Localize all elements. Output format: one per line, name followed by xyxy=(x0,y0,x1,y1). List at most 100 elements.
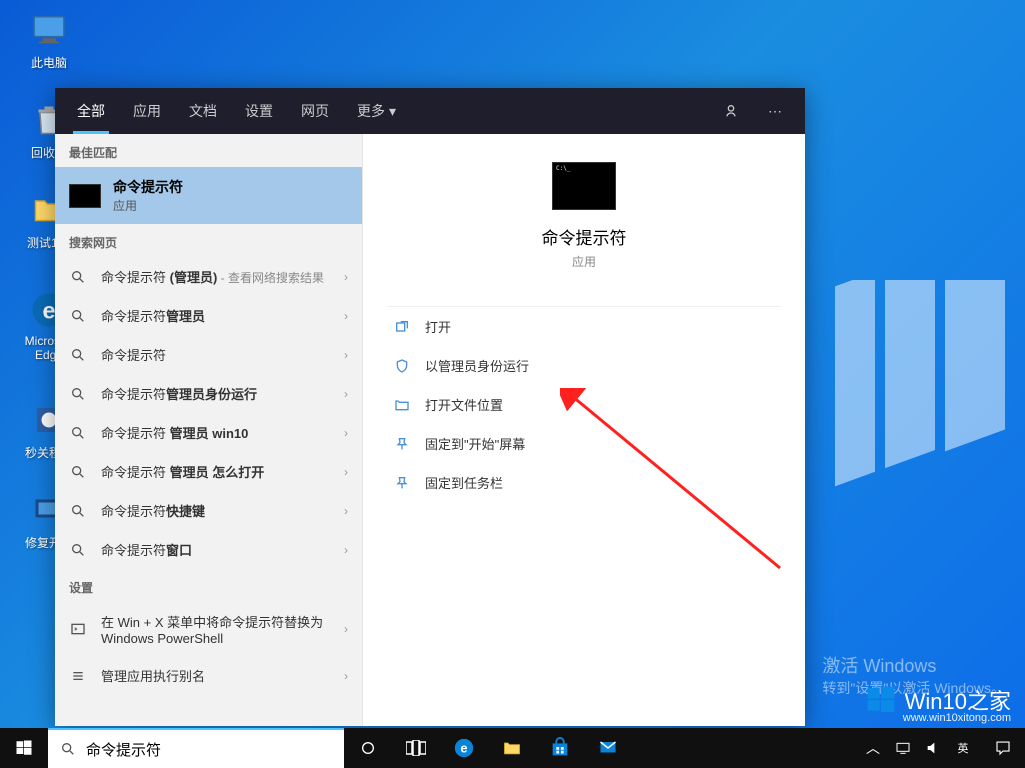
preview-column: 命令提示符 应用 打开 以管理员身份运行 打开文件位置 固定到"开始"屏幕 xyxy=(363,134,805,726)
windows-logo-icon xyxy=(865,684,897,716)
search-icon xyxy=(69,269,87,285)
search-icon xyxy=(69,503,87,519)
watermark-title: 激活 Windows xyxy=(822,652,1005,678)
chevron-right-icon: › xyxy=(344,309,348,323)
best-match-section-label: 最佳匹配 xyxy=(55,134,362,167)
tab-all[interactable]: 全部 xyxy=(63,88,119,134)
result-text: 命令提示符 (管理员) - 查看网络搜索结果 xyxy=(101,267,330,286)
taskbar-app-mail[interactable] xyxy=(584,728,632,768)
chevron-right-icon: › xyxy=(344,270,348,284)
cortana-button[interactable] xyxy=(344,728,392,768)
chevron-right-icon: › xyxy=(344,426,348,440)
preview-actions: 打开 以管理员身份运行 打开文件位置 固定到"开始"屏幕 固定到任务栏 xyxy=(387,306,781,502)
search-icon xyxy=(69,386,87,402)
folder-icon xyxy=(393,397,411,413)
tab-web[interactable]: 网页 xyxy=(287,88,343,134)
chevron-right-icon: › xyxy=(344,669,348,683)
open-icon xyxy=(393,319,411,335)
preview-title: 命令提示符 xyxy=(542,224,627,249)
action-label: 固定到任务栏 xyxy=(425,473,503,492)
result-text: 命令提示符 xyxy=(101,345,330,364)
chevron-right-icon: › xyxy=(344,387,348,401)
web-result-item[interactable]: 命令提示符窗口 › xyxy=(55,530,362,569)
watermark-url: www.win10xitong.com xyxy=(903,712,1011,724)
action-open[interactable]: 打开 xyxy=(387,307,781,346)
search-input[interactable] xyxy=(86,741,332,758)
settings-section-label: 设置 xyxy=(55,569,362,602)
tab-apps[interactable]: 应用 xyxy=(119,88,175,134)
preview-subtitle: 应用 xyxy=(572,253,596,270)
web-result-item[interactable]: 命令提示符 (管理员) - 查看网络搜索结果 › xyxy=(55,257,362,296)
action-pin-taskbar[interactable]: 固定到任务栏 xyxy=(387,463,781,502)
svg-text:e: e xyxy=(43,297,56,323)
result-text: 管理应用执行别名 xyxy=(101,666,330,685)
search-icon xyxy=(60,741,76,757)
search-icon xyxy=(69,308,87,324)
tab-documents[interactable]: 文档 xyxy=(175,88,231,134)
web-result-item[interactable]: 命令提示符 管理员 怎么打开 › xyxy=(55,452,362,491)
result-text: 命令提示符窗口 xyxy=(101,540,330,559)
best-match-item[interactable]: 命令提示符 应用 xyxy=(55,167,362,224)
site-watermark: Win10之家 www.win10xitong.com xyxy=(865,684,1011,716)
start-button[interactable] xyxy=(0,728,48,768)
result-text: 命令提示符 管理员 win10 xyxy=(101,423,330,442)
chevron-right-icon: › xyxy=(344,543,348,557)
result-text: 命令提示符快捷键 xyxy=(101,501,330,520)
tab-more[interactable]: 更多▾ xyxy=(343,88,410,134)
pc-icon xyxy=(29,10,69,50)
result-text: 命令提示符管理员身份运行 xyxy=(101,384,330,403)
tray-volume-icon[interactable] xyxy=(921,728,945,768)
search-tabs: 全部 应用 文档 设置 网页 更多▾ ⋯ xyxy=(55,88,805,134)
settings-result-item[interactable]: 在 Win + X 菜单中将命令提示符替换为 Windows PowerShel… xyxy=(55,602,362,656)
action-open-location[interactable]: 打开文件位置 xyxy=(387,385,781,424)
result-text: 命令提示符管理员 xyxy=(101,306,330,325)
more-options-button[interactable]: ⋯ xyxy=(753,88,797,134)
chevron-right-icon: › xyxy=(344,348,348,362)
terminal-icon xyxy=(69,621,87,637)
settings-result-item[interactable]: 管理应用执行别名 › xyxy=(55,656,362,695)
taskbar: e ︿ 英 xyxy=(0,728,1025,768)
tab-settings[interactable]: 设置 xyxy=(231,88,287,134)
search-results-column: 最佳匹配 命令提示符 应用 搜索网页 命令提示符 (管理员) - 查看网络搜索结… xyxy=(55,134,363,726)
action-pin-start[interactable]: 固定到"开始"屏幕 xyxy=(387,424,781,463)
web-result-item[interactable]: 命令提示符 管理员 win10 › xyxy=(55,413,362,452)
feedback-button[interactable] xyxy=(709,88,753,134)
action-label: 打开 xyxy=(425,317,451,336)
web-result-item[interactable]: 命令提示符管理员身份运行 › xyxy=(55,374,362,413)
search-icon xyxy=(69,542,87,558)
search-icon xyxy=(69,425,87,441)
cmd-icon xyxy=(69,184,101,208)
tray-ime-icon[interactable]: 英 xyxy=(951,728,975,768)
task-view-button[interactable] xyxy=(392,728,440,768)
web-result-item[interactable]: 命令提示符 › xyxy=(55,335,362,374)
web-section-label: 搜索网页 xyxy=(55,224,362,257)
taskbar-search-box[interactable] xyxy=(48,728,344,768)
system-tray: ︿ 英 xyxy=(861,728,981,768)
chevron-right-icon: › xyxy=(344,465,348,479)
chevron-right-icon: › xyxy=(344,504,348,518)
web-result-item[interactable]: 命令提示符快捷键 › xyxy=(55,491,362,530)
web-result-item[interactable]: 命令提示符管理员 › xyxy=(55,296,362,335)
desktop-icon-this-pc[interactable]: 此电脑 xyxy=(14,10,84,71)
taskbar-app-edge[interactable]: e xyxy=(440,728,488,768)
result-text: 命令提示符 管理员 怎么打开 xyxy=(101,462,330,481)
result-text: 在 Win + X 菜单中将命令提示符替换为 Windows PowerShel… xyxy=(101,612,330,646)
pin-icon xyxy=(393,436,411,452)
action-label: 固定到"开始"屏幕 xyxy=(425,434,525,453)
tray-network-icon[interactable] xyxy=(891,728,915,768)
best-match-title: 命令提示符 xyxy=(113,177,183,197)
tray-expand-button[interactable]: ︿ xyxy=(861,728,885,768)
search-panel: 全部 应用 文档 设置 网页 更多▾ ⋯ 最佳匹配 命令提示符 应用 搜索网页 … xyxy=(55,88,805,726)
pin-icon xyxy=(393,475,411,491)
best-match-subtitle: 应用 xyxy=(113,197,183,214)
action-run-as-admin[interactable]: 以管理员身份运行 xyxy=(387,346,781,385)
taskbar-app-explorer[interactable] xyxy=(488,728,536,768)
taskbar-app-store[interactable] xyxy=(536,728,584,768)
desktop-icon-label: 此电脑 xyxy=(14,54,84,71)
search-icon xyxy=(69,464,87,480)
action-label: 打开文件位置 xyxy=(425,395,503,414)
chevron-down-icon: ▾ xyxy=(389,103,396,120)
cmd-preview-icon xyxy=(552,162,616,210)
notification-center-button[interactable] xyxy=(981,728,1025,768)
tab-more-label: 更多 xyxy=(357,101,385,121)
